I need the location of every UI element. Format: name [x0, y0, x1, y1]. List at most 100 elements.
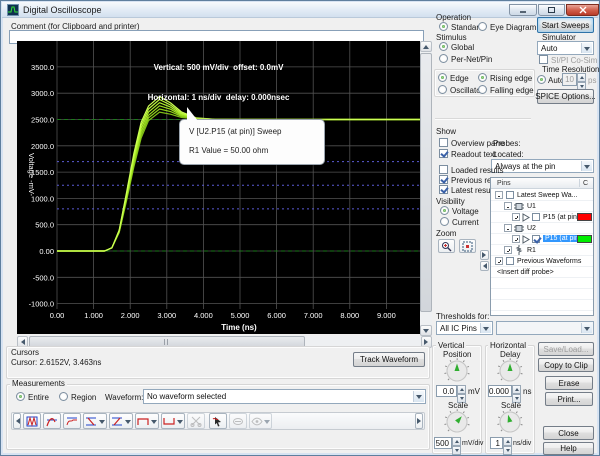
measure-compare-button[interactable]: [229, 413, 247, 429]
vertical-scale-knob[interactable]: [444, 409, 470, 435]
print-button[interactable]: Print...: [545, 392, 593, 406]
measure-min-max-button[interactable]: [23, 413, 41, 429]
close-button[interactable]: Close: [543, 426, 594, 440]
falling-edge-radio[interactable]: [478, 85, 487, 94]
oscillator-radio[interactable]: [438, 85, 447, 94]
probes-pane-expand-button[interactable]: [480, 250, 489, 260]
measure-pulse-low-button[interactable]: [161, 413, 185, 429]
tree-label[interactable]: P15 (at pin): [543, 214, 579, 221]
measure-fall-time-button[interactable]: [83, 413, 107, 429]
horizontal-scale-knob[interactable]: [497, 409, 523, 435]
zoom-fit-button[interactable]: [459, 239, 476, 253]
tree-row-u1[interactable]: U1: [491, 201, 593, 212]
horizontal-delay-knob[interactable]: [497, 358, 523, 384]
oscilloscope-plot[interactable]: 0.001.0002.0003.0004.0005.0006.0007.0008…: [17, 41, 420, 334]
previous-waveforms-checkbox[interactable]: [506, 257, 514, 265]
toolbar-scroll-right-icon[interactable]: [415, 413, 423, 429]
stimulus-global-radio[interactable]: [439, 42, 448, 51]
measure-entire-label[interactable]: Entire: [28, 393, 49, 402]
collapse-icon[interactable]: [504, 224, 512, 232]
tree-row-u2[interactable]: U2: [491, 223, 593, 234]
plot-vertical-scrollbar[interactable]: [420, 41, 432, 336]
chevron-down-icon[interactable]: [581, 161, 592, 171]
simulator-combo[interactable]: Auto: [537, 41, 594, 55]
copy-to-clip-button[interactable]: Copy to Clip: [538, 358, 594, 372]
latest-sweep-checkbox[interactable]: [506, 191, 514, 199]
tree-label[interactable]: U2: [527, 225, 536, 232]
tree-row-latest-sweep[interactable]: Latest Sweep Wa...: [491, 190, 593, 201]
visibility-voltage-label[interactable]: Voltage: [452, 207, 479, 216]
vertical-scale-spinner[interactable]: [452, 437, 461, 449]
measure-eye-mask-button[interactable]: [249, 413, 272, 429]
collapse-icon[interactable]: [495, 191, 503, 199]
scroll-up-icon[interactable]: [420, 41, 432, 52]
measure-region-label[interactable]: Region: [71, 393, 96, 402]
probes-located-combo[interactable]: Always at the pin: [491, 159, 594, 173]
pins-tree[interactable]: Pins C Latest Sweep Wa... U1 P15 (at pin…: [490, 177, 594, 316]
previous-results-checkbox[interactable]: [439, 175, 448, 184]
readout-text-label[interactable]: Readout text: [451, 150, 496, 159]
waveform-combo[interactable]: No waveform selected: [143, 389, 426, 404]
horizontal-delay-spinner[interactable]: [512, 385, 521, 397]
measure-pulse-high-button[interactable]: [135, 413, 159, 429]
measure-entire-radio[interactable]: [16, 392, 25, 401]
tree-row-previous-waveforms[interactable]: Previous Waveforms: [491, 256, 593, 267]
expand-icon[interactable]: [495, 257, 503, 265]
u2-p15-checkbox[interactable]: [532, 235, 540, 243]
expand-icon[interactable]: [504, 246, 512, 254]
visibility-current-radio[interactable]: [440, 217, 449, 226]
color-column-header[interactable]: C: [583, 180, 588, 187]
u1-p15-checkbox[interactable]: [532, 213, 540, 221]
minimize-button[interactable]: [509, 4, 537, 16]
help-button[interactable]: Help: [543, 442, 594, 455]
expand-icon[interactable]: [512, 213, 520, 221]
save-load-button[interactable]: Save/Load...: [538, 342, 594, 356]
measure-rise-time-button[interactable]: [109, 413, 133, 429]
probes-pane-collapse-button[interactable]: [480, 261, 489, 271]
tree-row-u2-p15[interactable]: P15 (at pin): [491, 234, 593, 245]
falling-edge-label[interactable]: Falling edge: [490, 86, 534, 95]
chevron-down-icon[interactable]: [413, 391, 424, 402]
start-sweeps-button[interactable]: Start Sweeps: [537, 17, 594, 33]
operation-eye-diagram-radio[interactable]: [478, 22, 487, 31]
rising-edge-label[interactable]: Rising edge: [490, 74, 532, 83]
horizontal-delay-value[interactable]: 0.000: [488, 385, 512, 397]
measure-clip-button[interactable]: [187, 413, 205, 429]
horizontal-scale-spinner[interactable]: [503, 437, 512, 449]
v-scroll-thumb[interactable]: [420, 53, 432, 312]
erase-button[interactable]: Erase: [545, 376, 593, 390]
measure-region-radio[interactable]: [59, 392, 68, 401]
loaded-results-label[interactable]: Loaded results: [451, 166, 503, 175]
tree-row-u1-p15[interactable]: P15 (at pin): [491, 212, 593, 223]
close-window-button[interactable]: [566, 4, 599, 16]
trace-color-swatch[interactable]: [577, 235, 592, 243]
tree-label[interactable]: Previous Waveforms: [517, 258, 581, 265]
tree-row-r1[interactable]: R1: [491, 245, 593, 256]
measure-track-button[interactable]: [209, 413, 227, 429]
pins-column-header[interactable]: Pins: [497, 180, 511, 187]
trace-color-swatch[interactable]: [577, 213, 592, 221]
time-resolution-auto-radio[interactable]: [537, 75, 546, 84]
tree-label[interactable]: <Insert diff probe>: [497, 269, 554, 276]
tree-label[interactable]: Latest Sweep Wa...: [517, 192, 577, 199]
tree-label[interactable]: R1: [527, 247, 536, 254]
vertical-scale-value[interactable]: 500: [434, 437, 452, 449]
operation-eye-diagram-label[interactable]: Eye Diagram: [490, 23, 536, 32]
time-resolution-spinner[interactable]: [577, 73, 586, 86]
rising-edge-radio[interactable]: [478, 73, 487, 82]
measure-overshoot-button[interactable]: [43, 413, 61, 429]
chevron-down-icon[interactable]: [480, 323, 491, 333]
tree-label[interactable]: U1: [527, 203, 536, 210]
vertical-position-knob[interactable]: [444, 358, 470, 384]
vertical-position-value[interactable]: 0.0: [436, 385, 457, 397]
readout-text-checkbox[interactable]: [439, 149, 448, 158]
horizontal-scale-value[interactable]: 1: [490, 437, 503, 449]
maximize-button[interactable]: [538, 4, 565, 16]
sipi-cosim-checkbox[interactable]: [539, 55, 548, 64]
expand-icon[interactable]: [512, 235, 520, 243]
stimulus-edge-label[interactable]: Edge: [450, 74, 469, 83]
chevron-down-icon[interactable]: [581, 43, 592, 53]
loaded-results-checkbox[interactable]: [439, 165, 448, 174]
stimulus-per-net-pin-label[interactable]: Per-Net/Pin: [451, 55, 492, 64]
latest-results-checkbox[interactable]: [439, 185, 448, 194]
